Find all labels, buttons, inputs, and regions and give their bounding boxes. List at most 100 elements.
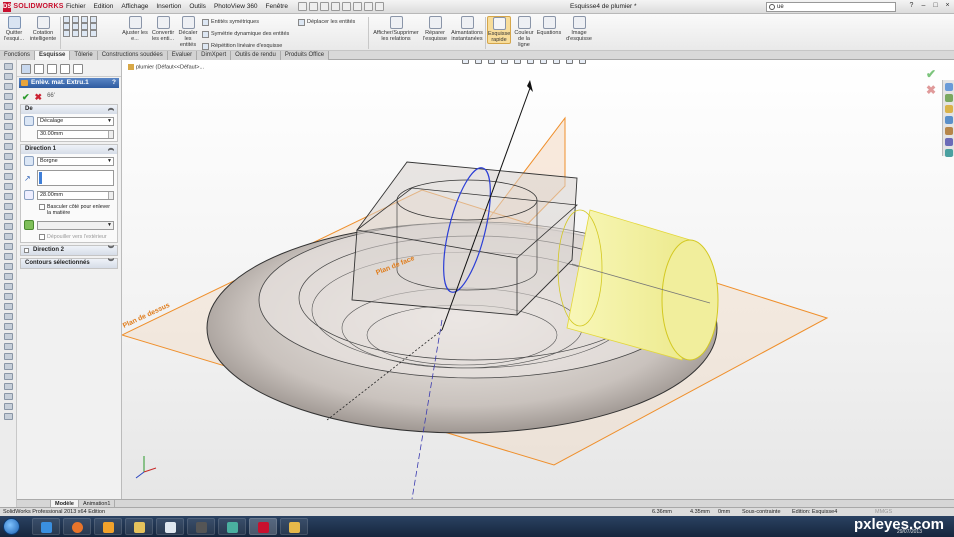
- tool-icon[interactable]: [4, 363, 13, 370]
- tool-icon[interactable]: [4, 163, 13, 170]
- arc-icon[interactable]: [81, 16, 88, 23]
- menu-edition[interactable]: Edition: [90, 3, 118, 10]
- text-icon[interactable]: [72, 30, 79, 37]
- undo-icon[interactable]: [341, 2, 351, 11]
- tool-icon[interactable]: [4, 203, 13, 210]
- expand-icon[interactable]: ︾: [108, 246, 114, 255]
- expand-icon[interactable]: ︾: [108, 259, 114, 268]
- ok-icon[interactable]: ✔: [926, 66, 936, 82]
- slot-icon[interactable]: [72, 23, 79, 30]
- rectangle-icon[interactable]: [63, 23, 70, 30]
- tab-dimxpert[interactable]: DimXpert: [197, 51, 232, 60]
- display-style-icon[interactable]: [527, 60, 534, 64]
- tab-tolerie[interactable]: Tôlerie: [70, 51, 98, 60]
- taskbar-explorer[interactable]: [125, 518, 153, 535]
- tool-icon[interactable]: [4, 173, 13, 180]
- tab-evaluer[interactable]: Evaluer: [167, 51, 198, 60]
- resources-icon[interactable]: [945, 83, 953, 91]
- mirror-entities-item[interactable]: Entités symétriques: [202, 16, 294, 28]
- close-icon[interactable]: ×: [943, 1, 952, 11]
- tool-icon[interactable]: [4, 323, 13, 330]
- tool-icon[interactable]: [4, 193, 13, 200]
- tab-scroll-arrows[interactable]: [17, 500, 51, 507]
- centerline-icon[interactable]: [90, 30, 97, 37]
- tool-icon[interactable]: [4, 273, 13, 280]
- quick-snaps-button[interactable]: Aimantations instantanées: [450, 16, 484, 42]
- tool-icon[interactable]: [4, 293, 13, 300]
- menu-insertion[interactable]: Insertion: [152, 3, 185, 10]
- appearance-icon[interactable]: [553, 60, 560, 64]
- menu-affichage[interactable]: Affichage: [117, 3, 152, 10]
- taskbar-ie[interactable]: [32, 518, 60, 535]
- tool-icon[interactable]: [4, 413, 13, 420]
- select-icon[interactable]: [352, 2, 362, 11]
- draft-icon[interactable]: [24, 220, 34, 230]
- help-icon[interactable]: ?: [907, 1, 916, 11]
- collapse-icon[interactable]: ︽: [108, 105, 114, 114]
- maximize-icon[interactable]: □: [931, 1, 940, 11]
- model-viewport[interactable]: Plan de face Plan de dessus: [122, 60, 954, 499]
- cancel-icon[interactable]: ✖: [926, 82, 936, 98]
- sketch-picture-button[interactable]: Image d'esquisse: [564, 16, 594, 42]
- cancel-icon[interactable]: ✖: [35, 92, 43, 102]
- flyout-feature-tree[interactable]: plumier (Défaut<<Défaut>...: [128, 64, 204, 70]
- offset-value-field[interactable]: 30.00mm: [37, 130, 114, 139]
- section-direction-1-header[interactable]: Direction 1 ︽: [21, 145, 117, 154]
- file-explorer-icon[interactable]: [945, 105, 953, 113]
- tool-icon[interactable]: [4, 143, 13, 150]
- options-icon[interactable]: [374, 2, 384, 11]
- configuration-icon[interactable]: [47, 64, 57, 74]
- tool-icon[interactable]: [4, 303, 13, 310]
- menu-outils[interactable]: Outils: [185, 3, 210, 10]
- move-entities-item[interactable]: Déplacer les entités: [298, 16, 370, 28]
- ok-icon[interactable]: ✔: [22, 92, 30, 102]
- forum-icon[interactable]: [945, 149, 953, 157]
- open-icon[interactable]: [308, 2, 318, 11]
- taskbar-paint[interactable]: [218, 518, 246, 535]
- hide-show-icon[interactable]: [540, 60, 547, 64]
- menu-fenetre[interactable]: Fenêtre: [262, 3, 292, 10]
- tool-icon[interactable]: [4, 383, 13, 390]
- rapid-sketch-button[interactable]: Esquisse rapide: [487, 16, 511, 44]
- spin-icon[interactable]: [108, 191, 113, 199]
- start-condition-select[interactable]: Décalage ▼: [37, 116, 114, 126]
- feature-tree-icon[interactable]: [21, 64, 31, 74]
- view-orientation-icon[interactable]: [514, 60, 521, 64]
- taskbar-camera[interactable]: [187, 518, 215, 535]
- smart-dimension-button[interactable]: Cotation intelligente: [29, 16, 57, 42]
- draft-outward-checkbox[interactable]: Dépouiller vers l'extérieur: [21, 232, 117, 242]
- detailed-preview-icon[interactable]: 66': [47, 92, 55, 99]
- minimize-icon[interactable]: –: [919, 1, 928, 11]
- windows-start-icon[interactable]: [3, 518, 20, 535]
- tool-icon[interactable]: [4, 263, 13, 270]
- taskbar-media[interactable]: [94, 518, 122, 535]
- convert-entities-button[interactable]: Convertir les enti...: [150, 16, 176, 42]
- tool-icon[interactable]: [4, 313, 13, 320]
- tool-icon[interactable]: [4, 393, 13, 400]
- section-contours-header[interactable]: Contours sélectionnés ︾: [21, 259, 117, 268]
- spin-icon[interactable]: [108, 131, 113, 138]
- new-icon[interactable]: [297, 2, 307, 11]
- appearances-icon[interactable]: [945, 127, 953, 135]
- tool-icon[interactable]: [4, 123, 13, 130]
- direction-selection-box[interactable]: [37, 170, 114, 186]
- view-settings-icon[interactable]: [579, 60, 586, 64]
- reverse-direction-icon[interactable]: [24, 156, 34, 166]
- print-icon[interactable]: [330, 2, 340, 11]
- taskbar-files[interactable]: [280, 518, 308, 535]
- checkbox-icon[interactable]: [24, 248, 29, 253]
- line-color-button[interactable]: Couleur de la ligne: [513, 16, 535, 48]
- taskbar-solidworks[interactable]: [249, 518, 277, 535]
- tool-icon[interactable]: [4, 243, 13, 250]
- section-view-icon[interactable]: [501, 60, 508, 64]
- tool-icon[interactable]: [4, 133, 13, 140]
- tool-icon[interactable]: [4, 113, 13, 120]
- view-palette-icon[interactable]: [945, 116, 953, 124]
- save-icon[interactable]: [319, 2, 329, 11]
- tool-icon[interactable]: [4, 73, 13, 80]
- graphics-area[interactable]: plumier (Défaut<<Défaut>... ✔ ✖ Plan de …: [122, 60, 954, 499]
- tool-icon[interactable]: [4, 283, 13, 290]
- help-icon[interactable]: ?: [112, 78, 116, 88]
- custom-properties-icon[interactable]: [945, 138, 953, 146]
- trim-button[interactable]: Ajuster les e...: [122, 16, 148, 42]
